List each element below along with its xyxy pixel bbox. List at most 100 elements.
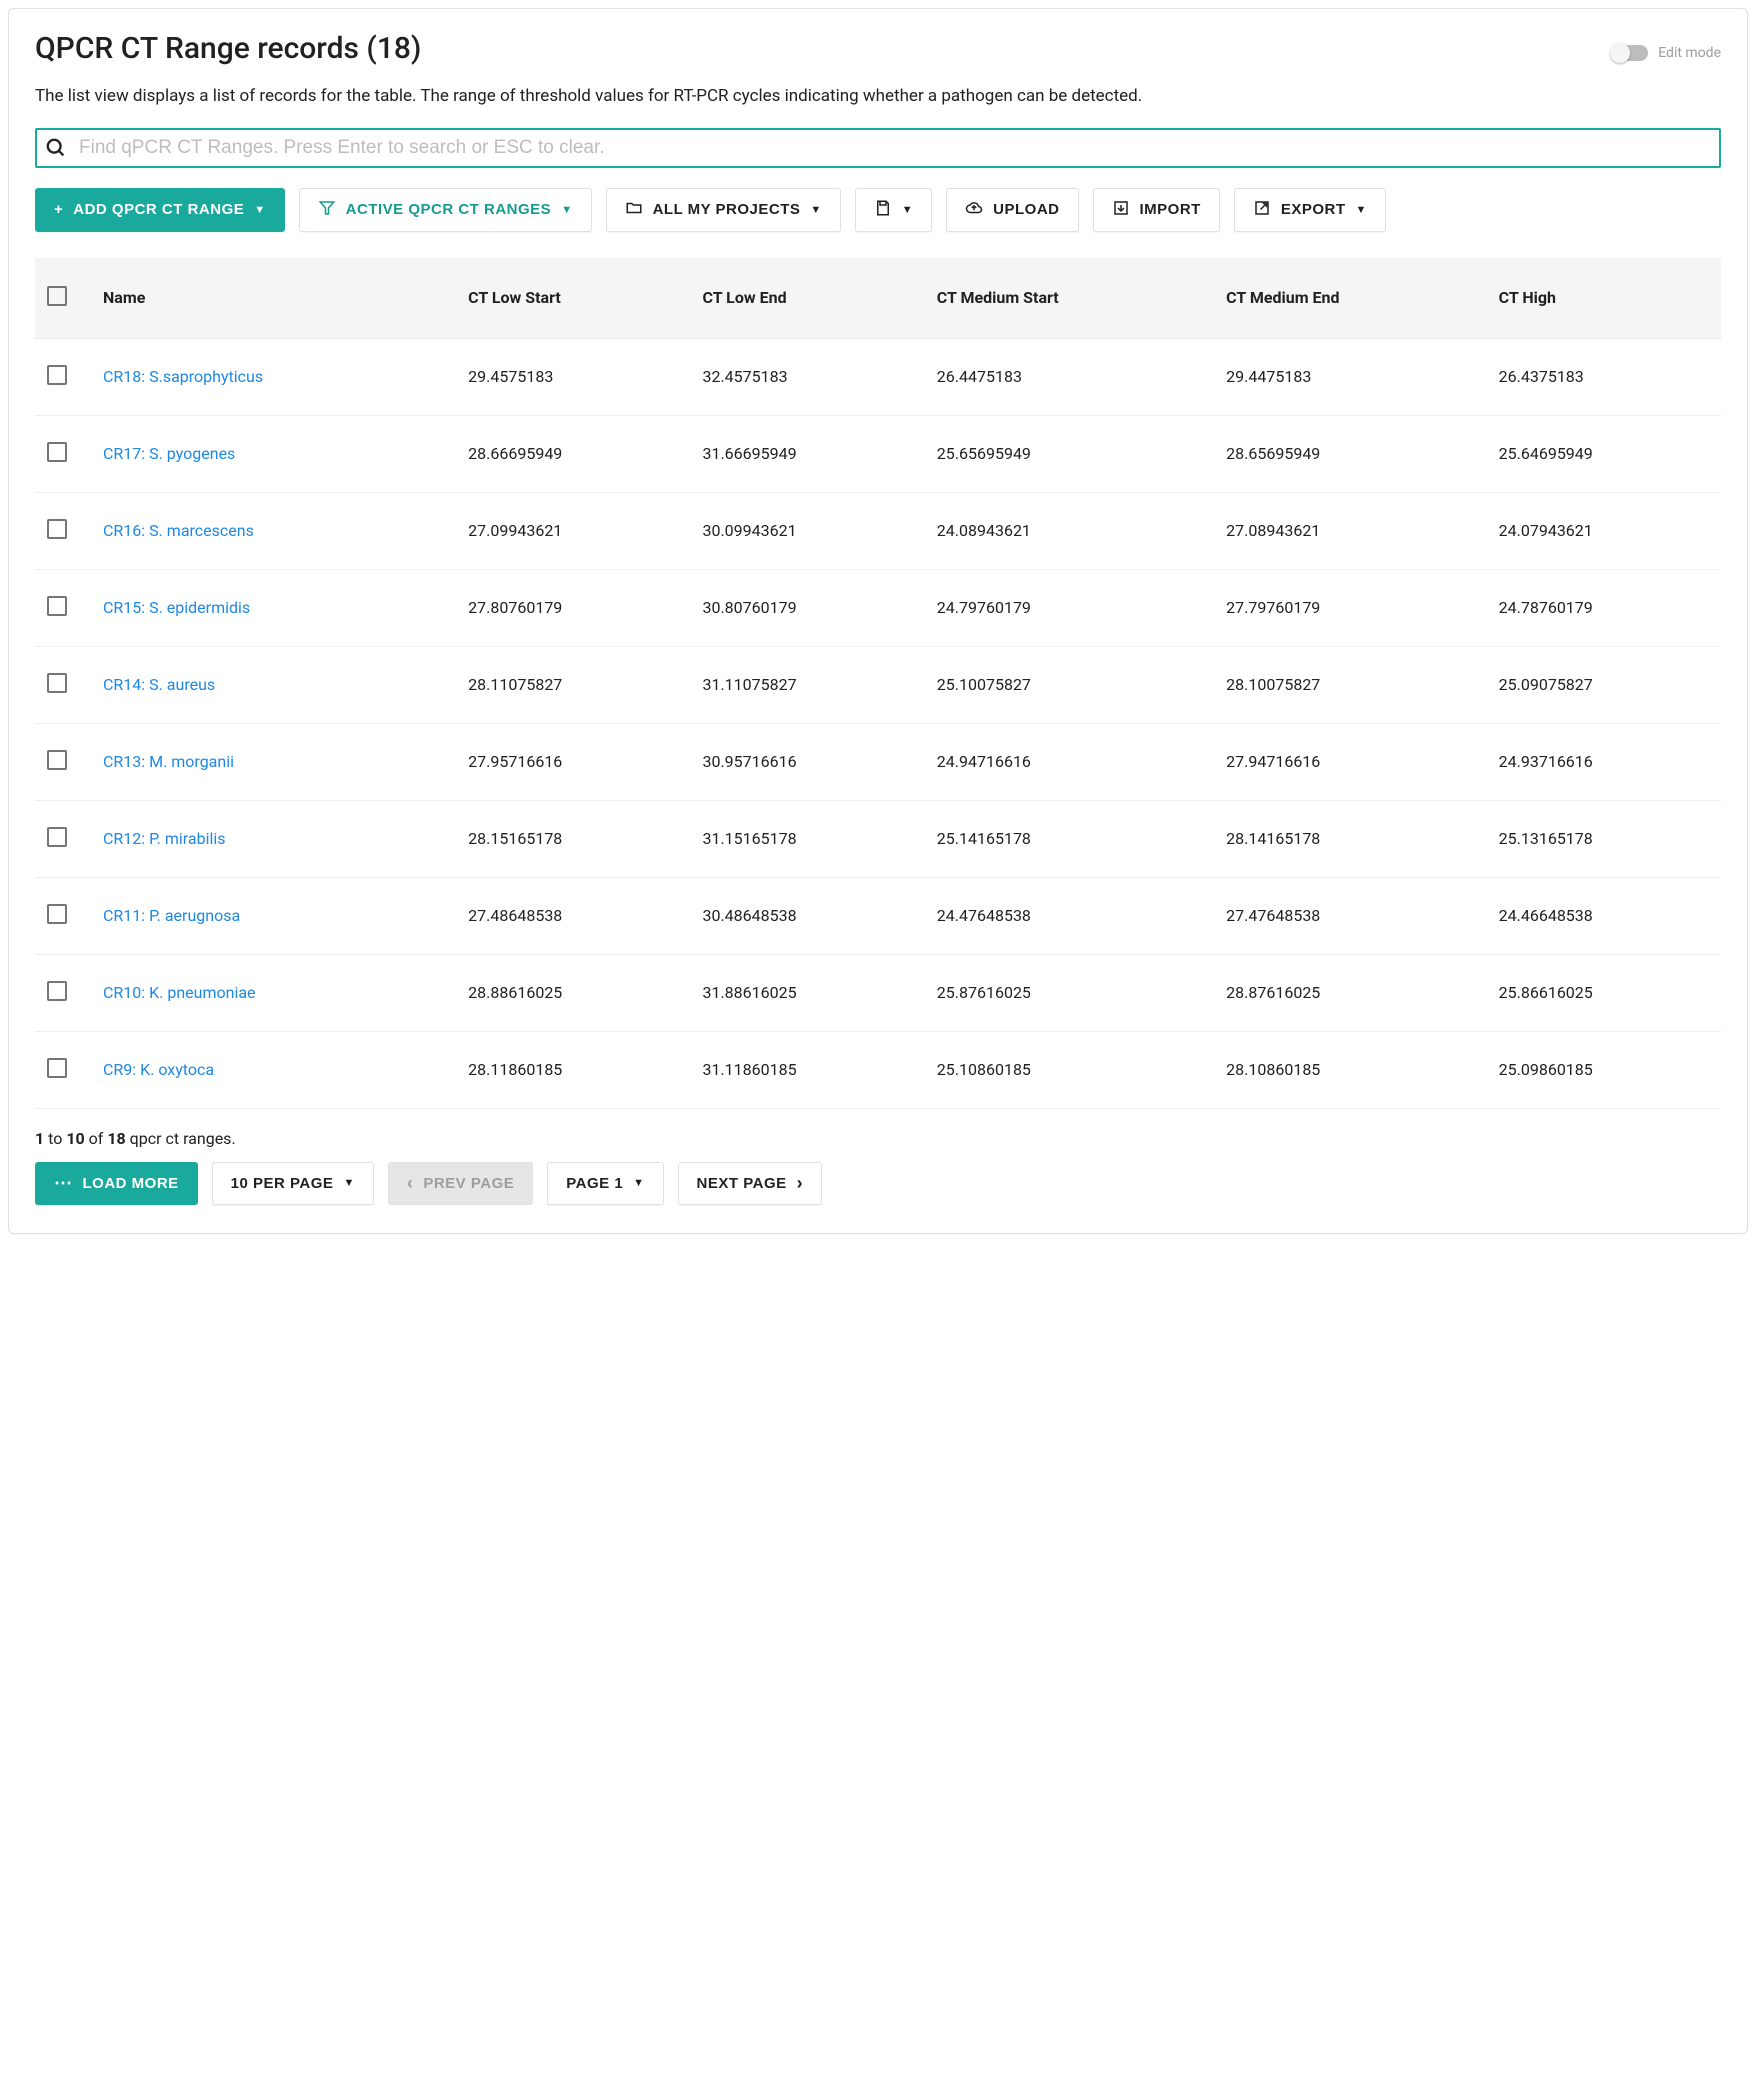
cell-ct-medium-end: 29.4475183 bbox=[1214, 338, 1486, 415]
cell-ct-medium-end: 27.94716616 bbox=[1214, 723, 1486, 800]
cell-ct-high: 24.93716616 bbox=[1487, 723, 1721, 800]
search-input[interactable] bbox=[77, 136, 1709, 160]
page-select-button[interactable]: Page 1 ▼ bbox=[547, 1162, 663, 1205]
row-checkbox[interactable] bbox=[47, 519, 67, 539]
summary-total: 18 bbox=[107, 1129, 125, 1148]
cell-ct-low-start: 27.48648538 bbox=[456, 877, 690, 954]
table-row: CR13: M. morganii 27.9571661630.95716616 2… bbox=[35, 723, 1721, 800]
row-checkbox[interactable] bbox=[47, 596, 67, 616]
edit-mode-toggle[interactable] bbox=[1612, 45, 1648, 61]
prev-page-button: ‹ Prev Page bbox=[388, 1162, 533, 1205]
save-menu-button[interactable]: ▼ bbox=[855, 188, 932, 232]
record-name-link[interactable]: CR14: S. aureus bbox=[103, 675, 215, 694]
cell-ct-low-end: 31.88616025 bbox=[690, 954, 924, 1031]
cell-ct-medium-start: 24.79760179 bbox=[925, 569, 1214, 646]
active-filter-label: Active qPCR CT Ranges bbox=[346, 201, 552, 218]
record-name-link[interactable]: CR10: K. pneumoniae bbox=[103, 983, 256, 1002]
select-all-checkbox[interactable] bbox=[47, 286, 67, 306]
cell-ct-medium-end: 27.79760179 bbox=[1214, 569, 1486, 646]
filter-icon bbox=[318, 199, 336, 221]
column-header-ct-medium-end[interactable]: CT Medium End bbox=[1214, 258, 1486, 339]
records-card: QPCR CT Range records (18) Edit mode The… bbox=[8, 8, 1748, 1234]
active-filter-button[interactable]: Active qPCR CT Ranges ▼ bbox=[299, 188, 592, 232]
cell-ct-low-start: 27.09943621 bbox=[456, 492, 690, 569]
record-name-link[interactable]: CR15: S. epidermidis bbox=[103, 598, 250, 617]
chevron-down-icon: ▼ bbox=[343, 1177, 354, 1189]
record-name-link[interactable]: CR9: K. oxytoca bbox=[103, 1060, 214, 1079]
row-checkbox[interactable] bbox=[47, 365, 67, 385]
column-header-ct-high[interactable]: CT High bbox=[1487, 258, 1721, 339]
cloud-upload-icon bbox=[965, 199, 983, 221]
per-page-label: 10 per page bbox=[231, 1175, 334, 1192]
record-name-link[interactable]: CR18: S.saprophyticus bbox=[103, 367, 263, 386]
chevron-down-icon: ▼ bbox=[254, 204, 265, 216]
cell-ct-medium-start: 25.87616025 bbox=[925, 954, 1214, 1031]
column-header-ct-low-start[interactable]: CT Low Start bbox=[456, 258, 690, 339]
cell-ct-high: 25.09860185 bbox=[1487, 1031, 1721, 1108]
cell-ct-high: 25.13165178 bbox=[1487, 800, 1721, 877]
load-more-label: Load More bbox=[83, 1175, 179, 1192]
cell-ct-low-start: 27.95716616 bbox=[456, 723, 690, 800]
table-row: CR11: P. aerugnosa 27.4864853830.48648538… bbox=[35, 877, 1721, 954]
cell-ct-low-end: 31.66695949 bbox=[690, 415, 924, 492]
edit-mode-group: Edit mode bbox=[1612, 45, 1721, 61]
next-page-label: Next Page bbox=[697, 1175, 787, 1192]
chevron-down-icon: ▼ bbox=[561, 204, 572, 216]
cell-ct-high: 25.64695949 bbox=[1487, 415, 1721, 492]
cell-ct-medium-start: 24.47648538 bbox=[925, 877, 1214, 954]
row-checkbox[interactable] bbox=[47, 442, 67, 462]
column-header-name[interactable]: Name bbox=[91, 258, 456, 339]
search-icon bbox=[47, 139, 65, 157]
cell-ct-low-end: 30.95716616 bbox=[690, 723, 924, 800]
summary-to: 10 bbox=[66, 1129, 84, 1148]
cell-ct-low-end: 30.48648538 bbox=[690, 877, 924, 954]
cell-ct-low-end: 31.11075827 bbox=[690, 646, 924, 723]
export-button[interactable]: Export ▼ bbox=[1234, 188, 1386, 232]
row-checkbox[interactable] bbox=[47, 904, 67, 924]
row-checkbox[interactable] bbox=[47, 827, 67, 847]
page-subtitle: The list view displays a list of records… bbox=[35, 84, 1721, 110]
chevron-right-icon: › bbox=[797, 1173, 804, 1194]
prev-page-label: Prev Page bbox=[423, 1175, 514, 1192]
record-name-link[interactable]: CR11: P. aerugnosa bbox=[103, 906, 240, 925]
export-label: Export bbox=[1281, 201, 1346, 218]
next-page-button[interactable]: Next Page › bbox=[678, 1162, 823, 1205]
projects-button[interactable]: All My Projects ▼ bbox=[606, 188, 841, 232]
record-name-link[interactable]: CR13: M. morganii bbox=[103, 752, 234, 771]
pagination-summary: 1 to 10 of 18 qpcr ct ranges. bbox=[35, 1129, 1721, 1148]
table-row: CR9: K. oxytoca28.1186018531.1186018525.… bbox=[35, 1031, 1721, 1108]
cell-ct-low-end: 32.4575183 bbox=[690, 338, 924, 415]
cell-ct-low-end: 31.15165178 bbox=[690, 800, 924, 877]
cell-ct-low-start: 28.15165178 bbox=[456, 800, 690, 877]
projects-label: All My Projects bbox=[653, 201, 801, 218]
import-icon bbox=[1112, 199, 1130, 221]
row-checkbox[interactable] bbox=[47, 750, 67, 770]
row-checkbox[interactable] bbox=[47, 981, 67, 1001]
per-page-button[interactable]: 10 per page ▼ bbox=[212, 1162, 374, 1205]
page-label: Page 1 bbox=[566, 1175, 623, 1192]
row-checkbox[interactable] bbox=[47, 1058, 67, 1078]
cell-ct-medium-end: 27.47648538 bbox=[1214, 877, 1486, 954]
column-header-ct-medium-start[interactable]: CT Medium Start bbox=[925, 258, 1214, 339]
row-checkbox[interactable] bbox=[47, 673, 67, 693]
column-header-ct-low-end[interactable]: CT Low End bbox=[690, 258, 924, 339]
import-button[interactable]: Import bbox=[1093, 188, 1220, 232]
table-row: CR17: S. pyogenes28.6669594931.666959492… bbox=[35, 415, 1721, 492]
page-title: QPCR CT Range records (18) bbox=[35, 31, 421, 66]
table-row: CR10: K. pneumoniae28.8861602531.8861602… bbox=[35, 954, 1721, 1031]
table-row: CR12: P. mirabilis 28.1516517831.15165178… bbox=[35, 800, 1721, 877]
cell-ct-low-end: 30.09943621 bbox=[690, 492, 924, 569]
cell-ct-high: 24.78760179 bbox=[1487, 569, 1721, 646]
record-name-link[interactable]: CR12: P. mirabilis bbox=[103, 829, 226, 848]
table-row: CR14: S. aureus28.1107582731.1107582725.… bbox=[35, 646, 1721, 723]
record-name-link[interactable]: CR17: S. pyogenes bbox=[103, 444, 235, 463]
add-record-button[interactable]: + Add qPCR CT Range ▼ bbox=[35, 188, 285, 232]
upload-label: Upload bbox=[993, 201, 1059, 218]
load-more-button[interactable]: ⋯ Load More bbox=[35, 1162, 198, 1205]
record-name-link[interactable]: CR16: S. marcescens bbox=[103, 521, 254, 540]
cell-ct-medium-end: 28.14165178 bbox=[1214, 800, 1486, 877]
upload-button[interactable]: Upload bbox=[946, 188, 1078, 232]
cell-ct-low-start: 28.11860185 bbox=[456, 1031, 690, 1108]
chevron-down-icon: ▼ bbox=[1356, 204, 1367, 216]
cell-ct-medium-end: 27.08943621 bbox=[1214, 492, 1486, 569]
